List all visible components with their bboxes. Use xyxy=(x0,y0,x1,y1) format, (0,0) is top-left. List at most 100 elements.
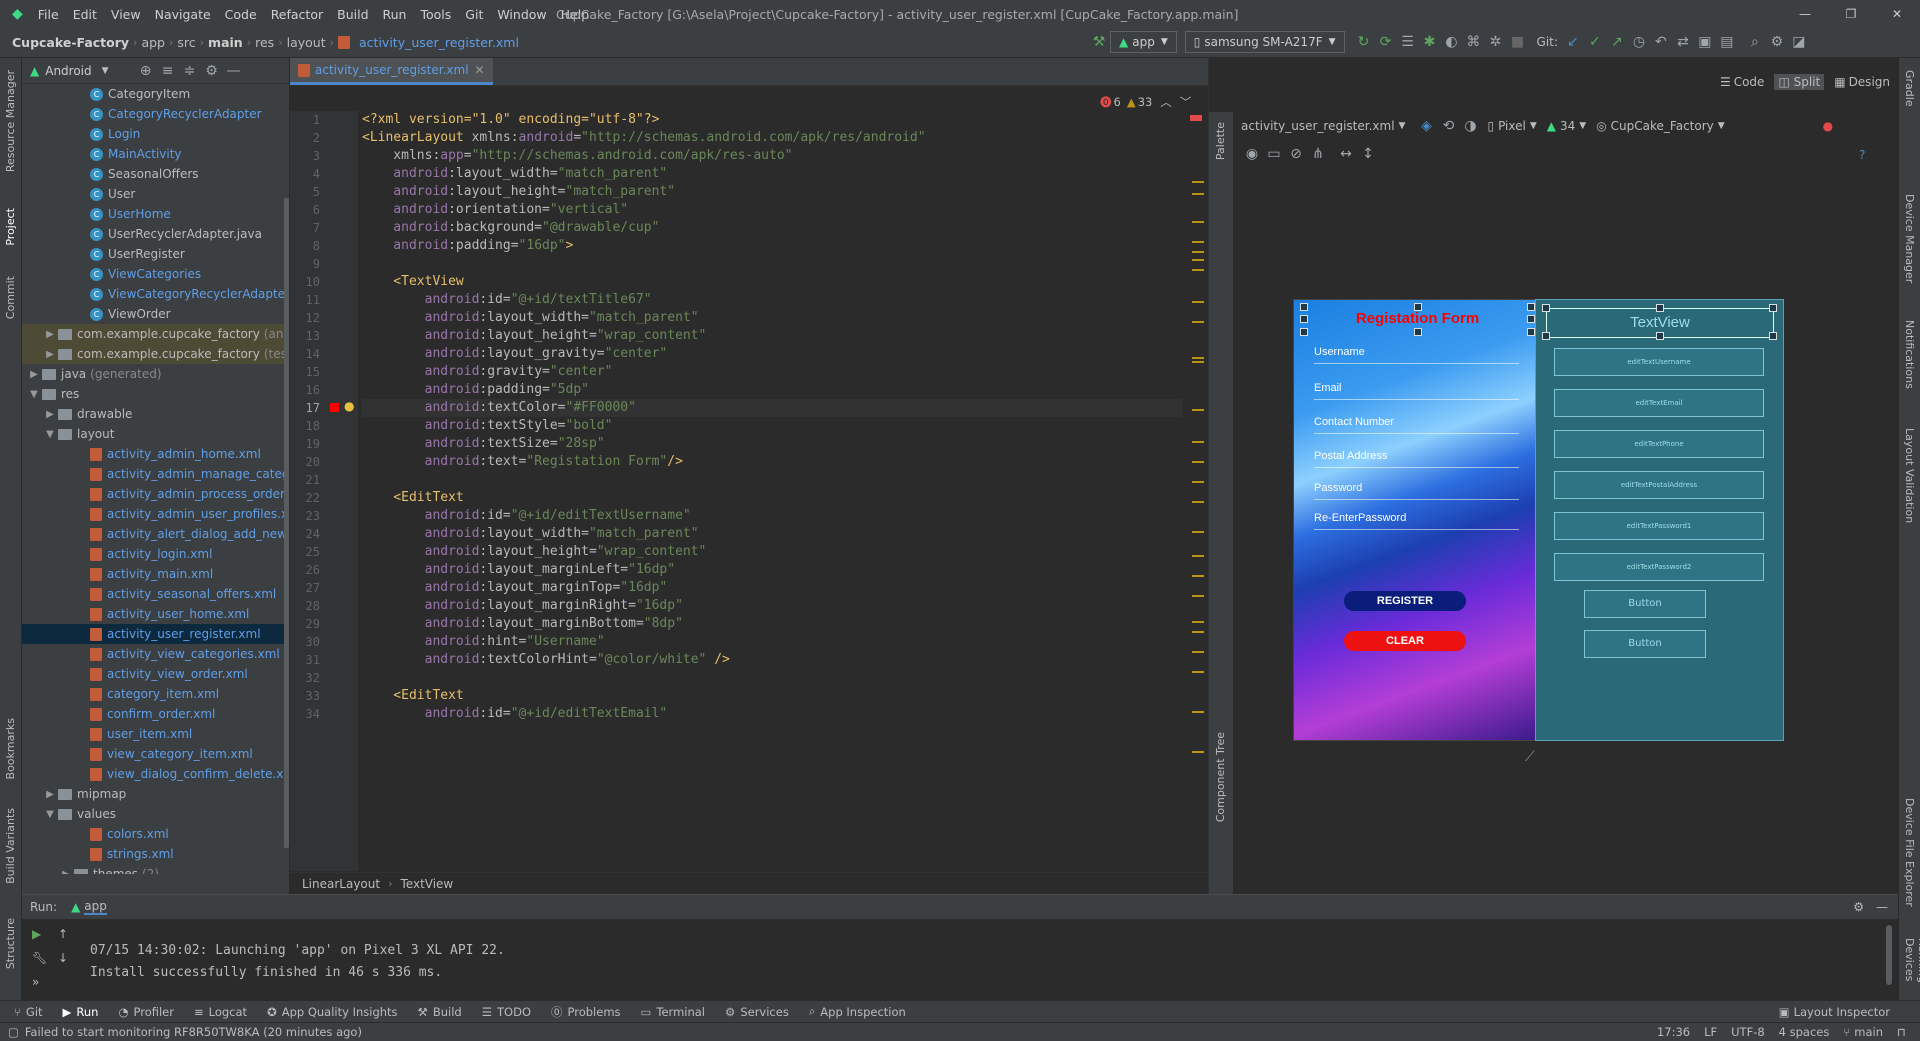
project-view-select[interactable]: Android xyxy=(45,64,91,78)
chevron-right-icon[interactable]: ▶ xyxy=(42,329,58,340)
run-tests-icon[interactable]: ☰ xyxy=(1397,34,1419,50)
tool-build-variants[interactable]: Build Variants xyxy=(4,808,17,884)
hammer-icon[interactable]: ⚒ xyxy=(1088,34,1110,50)
warning-marker[interactable] xyxy=(1192,193,1204,195)
hide-icon[interactable]: — xyxy=(223,63,245,79)
tree-folder[interactable]: ▼ layout xyxy=(22,424,284,444)
design-canvas[interactable]: Registation Form Username Email Contact Nu… xyxy=(1233,173,1899,925)
bottom-tab-profiler[interactable]: ◔ Profiler xyxy=(108,1005,184,1019)
resize-handle[interactable] xyxy=(1300,303,1308,311)
code-line[interactable]: <EditText xyxy=(362,687,1182,705)
menu-run[interactable]: Run xyxy=(376,7,414,22)
run-tab[interactable]: app xyxy=(84,899,107,915)
rerun-icon[interactable]: ▶ xyxy=(32,927,41,941)
device-manager-icon[interactable]: ▣ xyxy=(1694,34,1716,50)
theme-select[interactable]: CupCake_Factory xyxy=(1611,119,1714,133)
close-icon[interactable]: ✕ xyxy=(1874,0,1920,28)
resize-handle[interactable] xyxy=(1769,304,1777,312)
bottom-tab-terminal[interactable]: ▭ Terminal xyxy=(631,1005,715,1019)
breadcrumb-linearlayout[interactable]: LinearLayout xyxy=(302,877,380,891)
warning-marker[interactable] xyxy=(1192,711,1204,713)
preview-field[interactable]: Password xyxy=(1314,482,1519,500)
code-line[interactable]: android:background="@drawable/cup" xyxy=(362,219,1182,237)
git-rollback-icon[interactable]: ↶ xyxy=(1650,34,1672,50)
warning-marker[interactable] xyxy=(1192,361,1204,363)
code-line[interactable]: android:layout_width="match_parent" xyxy=(362,165,1182,183)
warning-marker[interactable] xyxy=(1192,251,1204,253)
code-line[interactable]: android:layout_gravity="center" xyxy=(362,345,1182,363)
resize-handle[interactable] xyxy=(1527,315,1535,323)
tree-file[interactable]: activity_main.xml xyxy=(22,564,284,584)
warning-marker[interactable] xyxy=(1192,221,1204,223)
debug-icon[interactable]: ✱ xyxy=(1419,34,1441,50)
code-mode-button[interactable]: Code xyxy=(1734,75,1765,89)
warning-marker[interactable] xyxy=(1192,555,1204,557)
warning-marker[interactable] xyxy=(1192,575,1204,577)
git-update-icon[interactable]: ↙ xyxy=(1562,34,1584,50)
sdk-manager-icon[interactable]: ▤ xyxy=(1716,34,1738,50)
menu-window[interactable]: Window xyxy=(490,7,553,22)
scroll-up-icon[interactable]: ↑ xyxy=(58,927,68,941)
bottom-tab-app-quality-insights[interactable]: ✪ App Quality Insights xyxy=(257,1005,407,1019)
restore-icon[interactable]: ❐ xyxy=(1828,0,1874,28)
tree-file[interactable]: activity_login.xml xyxy=(22,544,284,564)
chevron-down-icon[interactable]: ▼ xyxy=(1579,121,1586,131)
editor-tab[interactable]: activity_user_register.xml ✕ xyxy=(290,58,493,85)
menu-edit[interactable]: Edit xyxy=(66,7,104,22)
code-line[interactable]: android:textStyle="bold" xyxy=(362,417,1182,435)
warning-marker[interactable] xyxy=(1192,595,1204,597)
breadcrumb-item[interactable]: app xyxy=(137,35,169,50)
blueprint-preview[interactable]: TextView editTextUsername editTextEmail ed… xyxy=(1535,299,1784,741)
warning-marker[interactable] xyxy=(1192,241,1204,243)
chevron-down-icon[interactable]: ▼ xyxy=(42,429,58,440)
chevron-right-icon[interactable]: ▶ xyxy=(42,789,58,800)
preview-field[interactable]: Email xyxy=(1314,382,1519,400)
resize-handle[interactable] xyxy=(1769,332,1777,340)
hide-icon[interactable]: — xyxy=(1876,900,1888,914)
tree-file[interactable]: activity_admin_home.xml xyxy=(22,444,284,464)
tree-file[interactable]: C SeasonalOffers xyxy=(22,164,284,184)
menu-navigate[interactable]: Navigate xyxy=(148,7,218,22)
tool-resource-manager[interactable]: Resource Manager xyxy=(4,70,17,172)
preview-device-select[interactable]: Pixel xyxy=(1498,119,1526,133)
code-line[interactable]: android:gravity="center" xyxy=(362,363,1182,381)
code-line[interactable] xyxy=(362,471,1182,489)
lock-icon[interactable]: ⊓ xyxy=(1897,1025,1906,1039)
tree-folder[interactable]: ▶ java (generated) xyxy=(22,364,284,384)
run-config-select[interactable]: ▲ app ▼ xyxy=(1110,31,1177,53)
more-icon[interactable]: » xyxy=(32,975,39,989)
warning-marker[interactable] xyxy=(1192,481,1204,483)
menu-git[interactable]: Git xyxy=(458,7,490,22)
tool-device-manager[interactable]: Device Manager xyxy=(1903,194,1916,283)
apply-code-changes-icon[interactable]: ⟳ xyxy=(1375,34,1397,50)
error-marker[interactable] xyxy=(1190,115,1202,121)
gear-icon[interactable]: ⚙ xyxy=(1766,34,1788,50)
tool-notifications[interactable]: Notifications xyxy=(1903,320,1916,389)
stop-icon[interactable]: ■ xyxy=(1507,34,1529,50)
code-line[interactable]: android:id="@+id/textTitle67" xyxy=(362,291,1182,309)
blueprint-button[interactable]: Button xyxy=(1584,630,1706,658)
warning-marker[interactable] xyxy=(1192,181,1204,183)
collapse-all-icon[interactable]: ≑ xyxy=(179,63,201,79)
chevron-right-icon[interactable]: ▶ xyxy=(26,369,42,380)
warning-marker[interactable] xyxy=(1192,269,1204,271)
warning-marker[interactable] xyxy=(1192,357,1204,359)
code-line[interactable]: android:layout_width="match_parent" xyxy=(362,525,1182,543)
warning-marker[interactable] xyxy=(1192,461,1204,463)
editor-scrollbar[interactable] xyxy=(1186,111,1208,871)
code-line[interactable] xyxy=(362,255,1182,273)
blueprint-field[interactable]: editTextPhone xyxy=(1554,430,1764,458)
tree-file[interactable]: view_dialog_confirm_delete.xml xyxy=(22,764,284,784)
menu-build[interactable]: Build xyxy=(330,7,375,22)
blueprint-field[interactable]: editTextPassword1 xyxy=(1554,512,1764,540)
code-line[interactable]: android:layout_marginBottom="8dp" xyxy=(362,615,1182,633)
register-button[interactable]: REGISTER xyxy=(1344,591,1466,611)
code-line[interactable]: android:layout_marginLeft="16dp" xyxy=(362,561,1182,579)
breadcrumb-item[interactable]: Cupcake-Factory xyxy=(8,35,133,50)
tool-bookmarks[interactable]: Bookmarks xyxy=(4,718,17,779)
warning-marker[interactable] xyxy=(1192,531,1204,533)
error-icon[interactable]: ● xyxy=(1823,119,1833,133)
warning-marker[interactable] xyxy=(1192,409,1204,411)
tree-file[interactable]: C CategoryRecyclerAdapter xyxy=(22,104,284,124)
code-line[interactable]: <EditText xyxy=(362,489,1182,507)
